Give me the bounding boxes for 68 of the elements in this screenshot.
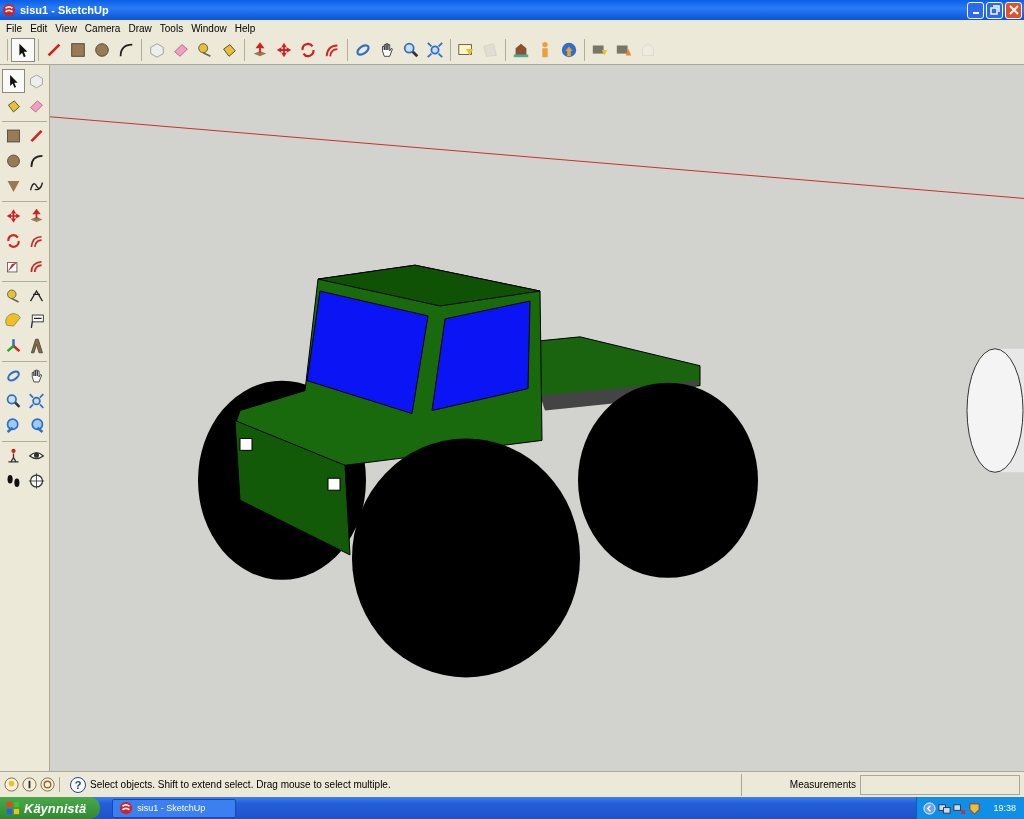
- pencil-icon: [45, 41, 63, 59]
- circle-icon: [5, 152, 22, 170]
- network-icon[interactable]: [938, 801, 952, 815]
- magnifier-icon: [5, 392, 22, 410]
- pencil-icon: [28, 127, 45, 145]
- walking-figure-icon: [5, 447, 22, 465]
- footprints-icon: [5, 472, 22, 490]
- square-icon: [5, 127, 22, 145]
- window-title: sisu1 - SketchUp: [20, 4, 109, 16]
- square-icon: [69, 41, 87, 59]
- menu-item[interactable]: Draw: [124, 22, 156, 34]
- axes-icon: [5, 337, 22, 355]
- orbit-icon: [354, 41, 372, 59]
- shield-icon[interactable]: [968, 801, 982, 815]
- tape-measure-icon: [5, 287, 22, 305]
- box-icon: [148, 41, 166, 59]
- text-label-icon: [28, 312, 45, 330]
- menu-item[interactable]: File: [2, 22, 27, 34]
- status-message: Select objects. Shift to extend select. Drag mouse to select multiple.: [90, 779, 392, 790]
- menu-item[interactable]: Edit: [26, 22, 52, 34]
- minimize-button[interactable]: [967, 1, 984, 19]
- push-pull-icon: [251, 41, 269, 59]
- four-arrows-icon: [5, 207, 22, 225]
- push-pull-icon: [28, 207, 45, 225]
- magnifier-icon: [402, 41, 420, 59]
- app-logo-icon: [119, 801, 134, 815]
- menu-item[interactable]: Help: [230, 22, 260, 34]
- menu-item[interactable]: View: [51, 22, 81, 34]
- circle-icon[interactable]: [40, 777, 55, 792]
- menu-item[interactable]: Camera: [80, 22, 125, 34]
- arc-icon: [117, 41, 135, 59]
- restore-icon: [989, 5, 1000, 15]
- taskbar-window-button[interactable]: sisu1 - SketchUp: [112, 798, 237, 818]
- eraser-icon: [28, 97, 45, 115]
- start-button[interactable]: Käynnistä: [0, 797, 101, 819]
- circle-icon: [93, 41, 111, 59]
- flag-icon: [6, 801, 20, 815]
- rotate-arrows-icon: [299, 41, 317, 59]
- help-button[interactable]: ?: [70, 776, 86, 793]
- chevron-icon[interactable]: [923, 801, 937, 815]
- protractor-icon: [5, 312, 22, 330]
- house-icon: [512, 41, 530, 59]
- network-icon[interactable]: [953, 801, 967, 815]
- close-icon: [1008, 5, 1019, 15]
- magnifier-arrow-icon: [28, 417, 45, 435]
- select-tool-button[interactable]: [11, 38, 35, 62]
- tape-measure-icon: [196, 41, 214, 59]
- drawing-viewport[interactable]: [50, 65, 1024, 771]
- menu-item[interactable]: Window: [187, 22, 231, 34]
- clock: 19:38: [993, 803, 1016, 813]
- crosshair-icon: [28, 472, 45, 490]
- measurements-field[interactable]: [860, 774, 1020, 795]
- minimize-icon: [972, 12, 979, 14]
- rotate-arrows-icon: [5, 232, 22, 250]
- arc-icon: [28, 152, 45, 170]
- solid-shape-icon: [28, 337, 45, 355]
- magnifier-icon: [28, 392, 45, 410]
- globe-icon: [560, 41, 578, 59]
- menu-item[interactable]: Tools: [155, 22, 188, 34]
- select-tool-button[interactable]: [2, 69, 25, 93]
- magnifier-arrow-icon: [5, 417, 22, 435]
- app-logo-icon: [2, 3, 16, 17]
- eraser-icon: [172, 41, 190, 59]
- magnifier-icon: [426, 41, 444, 59]
- four-arrows-icon: [275, 41, 293, 59]
- box-icon: [28, 72, 45, 90]
- restore-button[interactable]: [986, 1, 1003, 19]
- close-button[interactable]: [1005, 1, 1022, 19]
